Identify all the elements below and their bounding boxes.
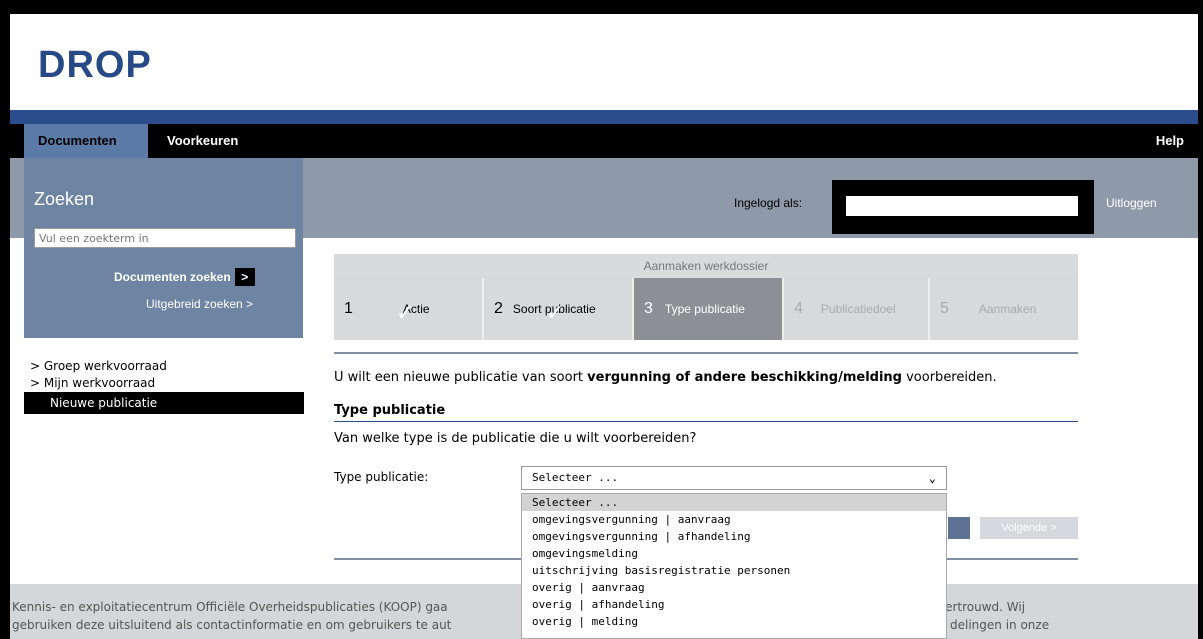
divider	[334, 352, 1078, 354]
app-logo: DROP	[38, 44, 152, 86]
wizard-steps: 1 Actie ✓ 2 Soort publicatie ✓ 3 Type pu…	[334, 278, 1078, 340]
wizard-step-aanmaken: 5 Aanmaken	[930, 278, 1078, 340]
select-option[interactable]: overig | melding	[522, 613, 946, 630]
wizard-step-soort-publicatie: 2 Soort publicatie ✓	[484, 278, 634, 340]
checkmark-icon: ✓	[396, 300, 415, 325]
intro-publication-kind: vergunning of andere beschikking/melding	[587, 370, 902, 385]
chevron-right-icon: >	[234, 268, 255, 286]
search-title: Zoeken	[34, 189, 95, 209]
footer-text-line2: gebruiken deze uitsluitend als contactin…	[12, 618, 452, 632]
step-number: 3	[644, 300, 653, 317]
select-option[interactable]: overig | afhandeling	[522, 596, 946, 613]
footer-text-line2-right: delingen in onze	[950, 618, 1050, 632]
search-button-label: Documenten zoeken	[114, 270, 231, 284]
select-option[interactable]: Selecteer ...	[522, 494, 946, 511]
step-number: 1	[344, 300, 353, 317]
chevron-down-icon: ⌄	[928, 471, 936, 485]
main-nav: Documenten Voorkeuren Help	[10, 124, 1198, 158]
sidebar-nav: > Groep werkvoorraad > Mijn werkvoorraad…	[24, 358, 304, 414]
select-option[interactable]: omgevingsvergunning | afhandeling	[522, 528, 946, 545]
type-publicatie-options: Selecteer ... omgevingsvergunning | aanv…	[521, 493, 947, 639]
step-label: Publicatiedoel	[820, 302, 896, 316]
select-value: Selecteer ...	[532, 471, 619, 484]
step-number: 5	[940, 300, 949, 317]
footer-text-line1-right: vertrouwd. Wij	[938, 600, 1026, 614]
type-publicatie-select[interactable]: Selecteer ... ⌄	[521, 466, 947, 490]
logged-in-label: Ingelogd als:	[734, 196, 803, 210]
question-text: Van welke type is de publicatie die u wi…	[334, 431, 697, 446]
sidebar-item-mijn-werkvoorraad[interactable]: > Mijn werkvoorraad	[24, 375, 304, 392]
tab-documenten[interactable]: Documenten	[24, 124, 148, 158]
browser-frame: DROP Documenten Voorkeuren Help Zoeken D…	[10, 14, 1198, 639]
next-button[interactable]: Volgende >	[980, 517, 1078, 539]
select-option[interactable]: uitschrijving basisregistratie personen	[522, 562, 946, 579]
search-panel	[24, 158, 303, 338]
sidebar-item-groep-werkvoorraad[interactable]: > Groep werkvoorraad	[24, 358, 304, 375]
checkmark-icon: ✓	[546, 300, 565, 325]
previous-button[interactable]	[948, 517, 970, 539]
section-divider	[334, 421, 1078, 422]
intro-prefix: U wilt een nieuwe publicatie van soort	[334, 370, 588, 385]
wizard-step-publicatiedoel: 4 Publicatiedoel	[784, 278, 930, 340]
step-number: 2	[494, 300, 503, 317]
step-label: Aanmaken	[978, 302, 1037, 316]
advanced-search-link[interactable]: Uitgebreid zoeken >	[146, 297, 253, 311]
redacted-username-box	[846, 196, 1078, 216]
select-option[interactable]: omgevingsmelding	[522, 545, 946, 562]
search-input[interactable]	[34, 228, 296, 248]
wizard-step-type-publicatie: 3 Type publicatie	[634, 278, 784, 340]
footer-text-line1: Kennis- en exploitatiecentrum Officiële …	[12, 600, 448, 614]
help-link[interactable]: Help	[1156, 124, 1184, 158]
documents-search-button[interactable]: Documenten zoeken >	[114, 268, 255, 286]
sidebar-item-nieuwe-publicatie[interactable]: Nieuwe publicatie	[24, 392, 304, 414]
type-publicatie-label: Type publicatie:	[334, 470, 429, 484]
select-option[interactable]: overig | aanvraag	[522, 579, 946, 596]
intro-suffix: voorbereiden.	[901, 370, 997, 385]
tab-voorkeuren[interactable]: Voorkeuren	[167, 124, 238, 158]
wizard-title: Aanmaken werkdossier	[334, 254, 1078, 278]
wizard-step-actie: 1 Actie ✓	[334, 278, 484, 340]
select-option[interactable]: omgevingsvergunning | aanvraag	[522, 511, 946, 528]
logout-link[interactable]: Uitloggen	[1106, 196, 1157, 210]
step-label: Type publicatie	[664, 302, 745, 316]
header-accent-bar	[10, 110, 1198, 124]
intro-text: U wilt een nieuwe publicatie van soort v…	[334, 370, 997, 385]
step-number: 4	[794, 300, 803, 317]
section-title: Type publicatie	[334, 403, 446, 418]
